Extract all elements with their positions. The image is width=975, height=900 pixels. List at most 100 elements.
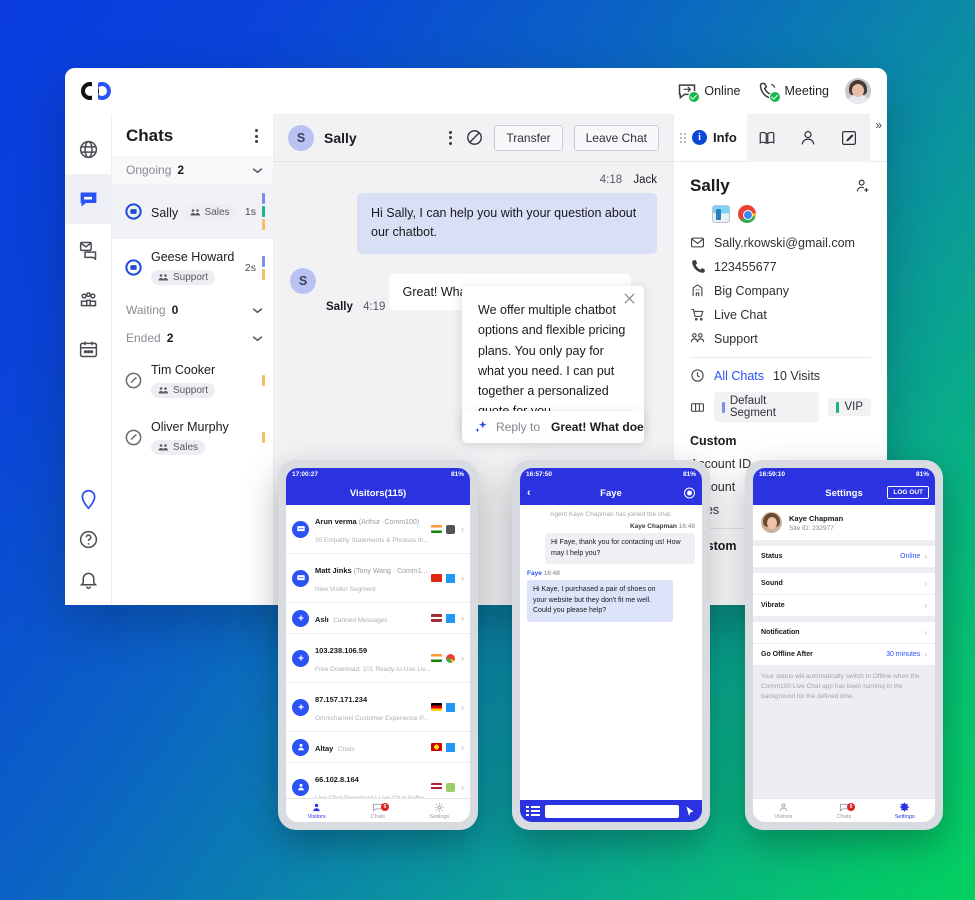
chat-group-waiting[interactable]: Waiting 0 — [112, 296, 273, 324]
phone-nav-bar: ‹ Faye — [520, 481, 702, 505]
add-person-icon[interactable] — [855, 178, 871, 194]
chevron-right-icon[interactable]: › — [924, 552, 927, 561]
phone-tab-settings[interactable]: Settings — [874, 802, 935, 820]
profile-row[interactable]: Kaye Chapman Site ID: 232977 — [753, 505, 935, 540]
status-battery: 81% — [682, 471, 696, 478]
list-item[interactable]: Altay Chats › — [286, 732, 470, 763]
list-item[interactable]: Matt Jinks (Tony Wang · Comm1... New Vis… — [286, 554, 470, 603]
phone-tab-visitors[interactable]: Visitors — [753, 802, 814, 820]
chevron-right-icon[interactable]: › — [461, 742, 464, 752]
tab-info[interactable]: i Info — [674, 114, 747, 162]
chevron-right-icon[interactable]: › — [461, 613, 464, 623]
chat-item-tag: Sales — [182, 205, 237, 220]
sidebar-item-notifications[interactable] — [65, 559, 112, 599]
tab-notes[interactable] — [828, 113, 870, 162]
chevron-right-icon[interactable]: › — [924, 650, 927, 659]
send-cursor-icon[interactable] — [684, 805, 696, 818]
settings-row-vibrate[interactable]: Vibrate › — [753, 595, 935, 616]
sidebar-item-chats[interactable] — [65, 174, 112, 224]
system-message: Agent Kaye Chapman has joined the chat. — [550, 511, 672, 518]
segment-badge-default[interactable]: Default Segment — [714, 392, 820, 422]
avatar[interactable] — [845, 78, 871, 104]
status-battery: 81% — [450, 471, 464, 478]
list-item[interactable]: 66.102.8.164 Live Chat Download | Live C… — [286, 763, 470, 798]
info-field-value: Sally.rkowski@gmail.com — [714, 235, 855, 250]
expand-panel-icon[interactable]: » — [875, 118, 882, 132]
chat-list-item-geese-howard[interactable]: Geese Howard Support 2s — [112, 239, 273, 296]
status-meeting-button[interactable]: Meeting — [757, 81, 829, 103]
info-field-company: Big Company — [690, 283, 871, 298]
tab-knowledge-base[interactable] — [746, 113, 788, 162]
conversation-menu-icon[interactable] — [446, 128, 455, 148]
sidebar-item-help[interactable] — [65, 519, 112, 559]
info-field-phone: 123455677 — [690, 259, 871, 274]
chat-item-tag: Support — [151, 383, 216, 398]
chevron-right-icon[interactable]: › — [924, 579, 927, 588]
chat-item-tag-label: Support — [173, 385, 209, 396]
chat-bubble-icon — [124, 258, 143, 277]
page-title: Chats — [126, 126, 174, 145]
settings-row-go-offline-after[interactable]: Go Offline After 30 minutes › — [753, 644, 935, 665]
group-label: Waiting — [126, 303, 166, 317]
sidebar-item-contacts[interactable] — [65, 274, 112, 324]
info-field-value: Support — [714, 331, 758, 346]
chat-list-item-tim-cooker[interactable]: Tim Cooker Support — [112, 352, 273, 409]
sidebar-item-calendar[interactable] — [65, 324, 112, 374]
record-icon[interactable] — [684, 487, 695, 499]
tab-info-label: Info — [713, 130, 737, 145]
list-item[interactable]: Arun verma (Arthur ·Comm100) 30 Empathy … — [286, 505, 470, 554]
chevron-right-icon[interactable]: › — [461, 573, 464, 583]
visits-row: All Chats 10 Visits — [690, 368, 871, 383]
all-chats-link[interactable]: All Chats — [714, 369, 764, 383]
list-item[interactable]: 103.238.106.59 Free Download: 101 Ready-… — [286, 634, 470, 683]
phone-tab-settings[interactable]: Settings — [409, 802, 470, 820]
chevron-down-icon[interactable] — [252, 335, 263, 342]
back-icon[interactable]: ‹ — [527, 487, 531, 499]
chat-list-menu-icon[interactable] — [252, 126, 261, 146]
logout-button[interactable]: LOG OUT — [887, 486, 929, 499]
phone-tab-label: Chats — [370, 813, 386, 820]
settings-row-notification[interactable]: Notification › — [753, 622, 935, 644]
phone-tab-chats[interactable]: 0 Chats — [814, 802, 875, 820]
mail-icon — [690, 235, 705, 250]
settings-group-status: Status Online › — [753, 546, 935, 567]
chat-item-time: 1s — [244, 205, 256, 218]
list-item[interactable]: 87.157.171.234 Omnichannel Customer Expe… — [286, 683, 470, 732]
message-input[interactable] — [545, 804, 679, 818]
chevron-right-icon[interactable]: › — [461, 653, 464, 663]
outgoing-message-meta: 4:18 Jack — [290, 174, 657, 186]
transfer-button[interactable]: Transfer — [494, 124, 563, 151]
conversation-header: S Sally Transfer Leave Chat — [274, 114, 673, 162]
chevron-down-icon[interactable] — [252, 167, 263, 174]
close-icon[interactable] — [623, 292, 636, 305]
status-time: 16:57:50 — [526, 471, 553, 478]
status-online-button[interactable]: Online — [676, 81, 741, 103]
chat-badge-count: 0 — [847, 802, 856, 811]
chevron-down-icon[interactable] — [252, 307, 263, 314]
ban-visitor-icon[interactable] — [466, 129, 483, 146]
segment-badge-vip[interactable]: VIP — [828, 398, 871, 416]
sidebar-item-tickets[interactable] — [65, 224, 112, 274]
chevron-right-icon[interactable]: › — [461, 524, 464, 534]
chevron-right-icon[interactable]: › — [461, 702, 464, 712]
settings-row-status[interactable]: Status Online › — [753, 546, 935, 567]
settings-row-sound[interactable]: Sound › — [753, 573, 935, 595]
canned-messages-icon[interactable] — [526, 806, 540, 816]
drag-handle-icon[interactable] — [680, 132, 686, 143]
chevron-right-icon[interactable]: › — [924, 628, 927, 637]
sidebar-item-location[interactable] — [65, 479, 112, 519]
tab-visitor-profile[interactable] — [787, 113, 829, 162]
chat-group-ongoing[interactable]: Ongoing 2 — [112, 156, 273, 184]
chat-group-ended[interactable]: Ended 2 — [112, 324, 273, 352]
leave-chat-button[interactable]: Leave Chat — [573, 124, 659, 151]
phone-tab-visitors[interactable]: Visitors — [286, 802, 347, 820]
chevron-right-icon[interactable]: › — [924, 601, 927, 610]
list-item[interactable]: Aslı Canned Messages › — [286, 603, 470, 634]
ai-reply-chip[interactable]: Reply to Great! What does… — [462, 411, 644, 443]
chat-list-item-sally[interactable]: Sally Sales 1s — [112, 184, 273, 239]
chat-list-item-oliver-murphy[interactable]: Oliver Murphy Sales — [112, 409, 273, 466]
chevron-right-icon[interactable]: › — [461, 782, 464, 792]
sidebar-item-globe[interactable] — [65, 124, 112, 174]
phone-tab-chats[interactable]: 0 Chats — [347, 802, 408, 820]
os-icon — [446, 573, 455, 583]
